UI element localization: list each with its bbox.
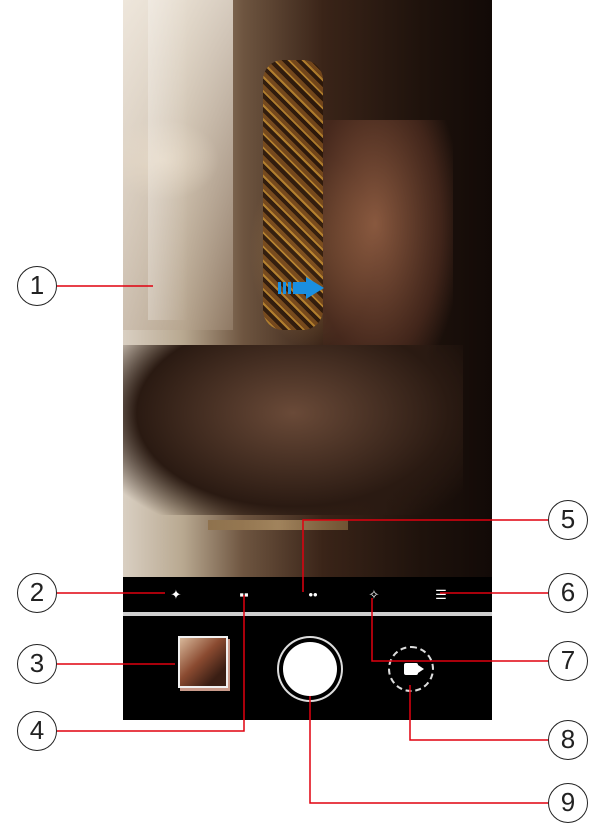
aperture-mode-icon[interactable]: ▪▪: [235, 587, 253, 603]
callout-7: 7: [548, 641, 588, 681]
callout-1: 1: [17, 266, 57, 306]
viewfinder-subject: [323, 120, 453, 380]
video-lens-icon: [418, 665, 424, 673]
settings-mode-icon[interactable]: ☰: [432, 587, 450, 603]
callout-4: 4: [17, 711, 57, 751]
video-camera-icon: [404, 663, 418, 675]
viewfinder-light: [148, 0, 188, 320]
viewfinder-bed: [123, 345, 463, 515]
shutter-button[interactable]: [283, 642, 337, 696]
callout-8: 8: [548, 720, 588, 760]
callout-2: 2: [17, 573, 57, 613]
callout-5: 5: [548, 500, 588, 540]
viewfinder-zoom-bar: [208, 520, 348, 530]
callout-3: 3: [17, 644, 57, 684]
phone-screen: ✦ ▪▪ •• ✧ ☰: [123, 0, 492, 720]
filter-mode-icon[interactable]: ••: [304, 587, 322, 603]
ai-sparkle-icon[interactable]: ✦: [167, 587, 185, 603]
flash-mode-icon[interactable]: ✧: [365, 587, 383, 603]
callout-6: 6: [548, 573, 588, 613]
camera-controls: [123, 616, 492, 720]
callout-9: 9: [548, 783, 588, 823]
mode-bar: ✦ ▪▪ •• ✧ ☰: [123, 577, 492, 613]
video-mode-button[interactable]: [388, 646, 434, 692]
gallery-thumbnail[interactable]: [178, 636, 228, 688]
swipe-arrow-icon: [278, 277, 324, 299]
